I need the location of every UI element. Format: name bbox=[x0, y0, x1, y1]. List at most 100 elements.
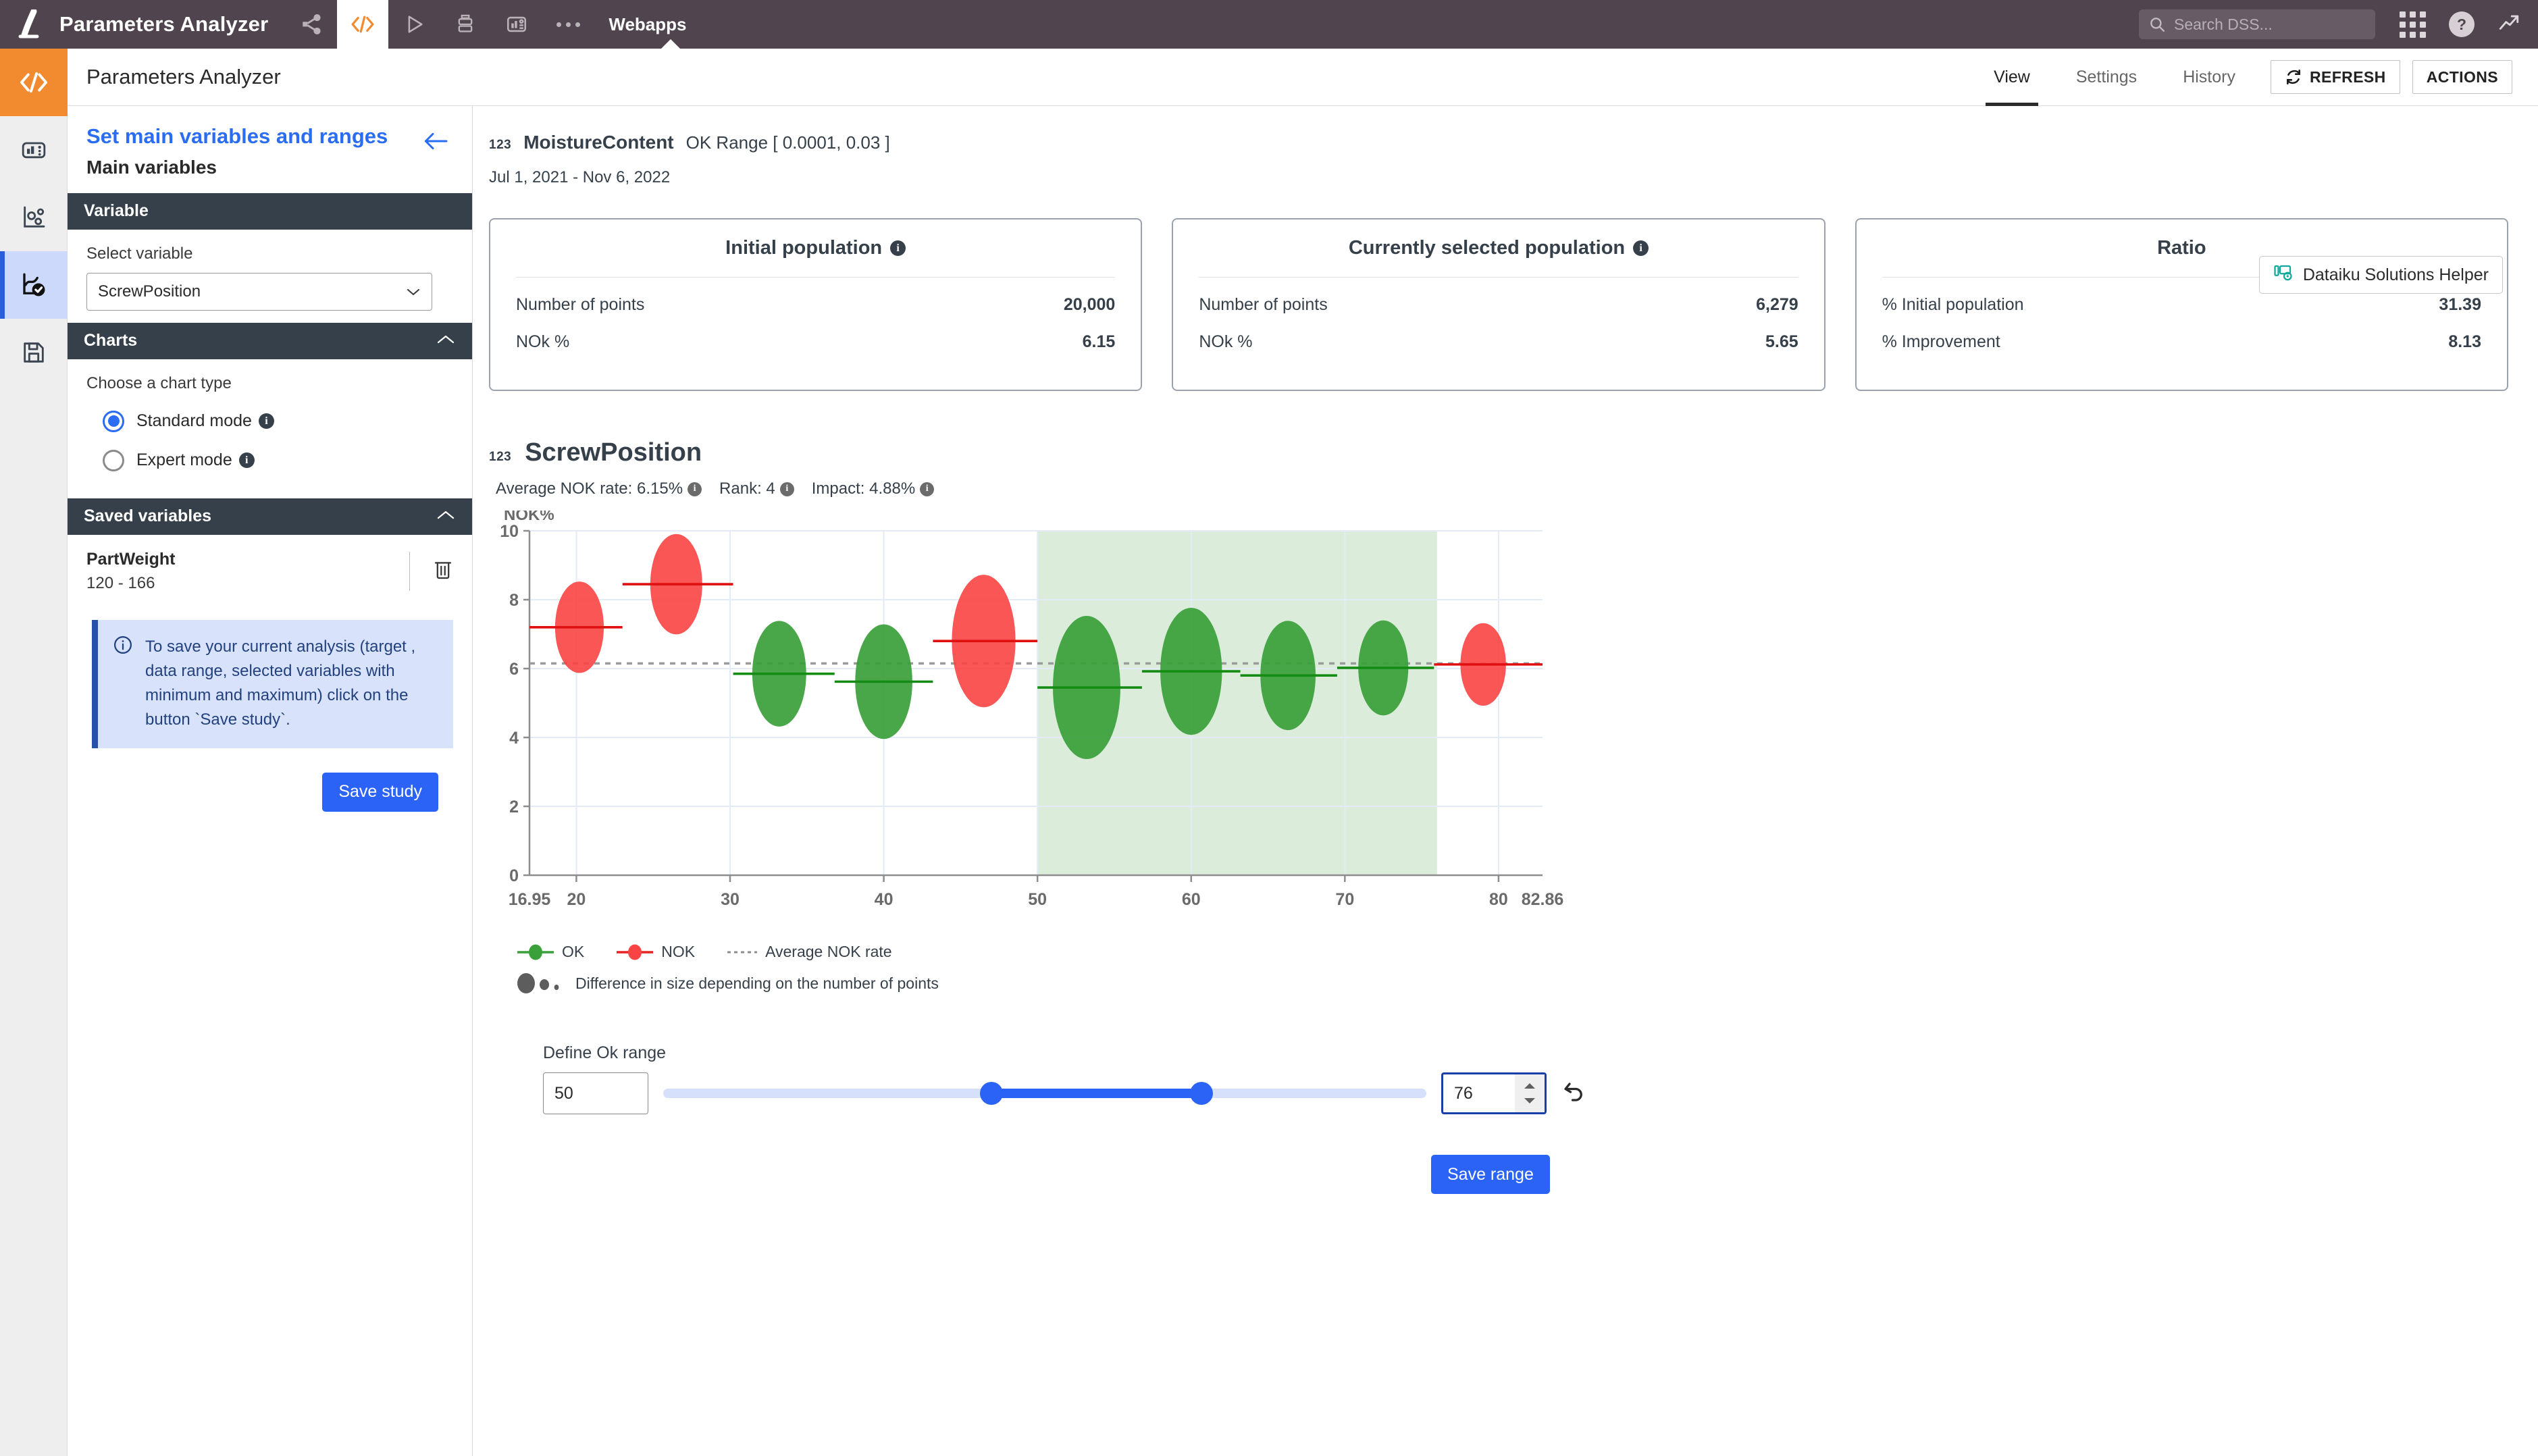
refresh-button[interactable]: REFRESH bbox=[2271, 60, 2400, 94]
apps-grid-icon[interactable] bbox=[2400, 11, 2426, 38]
svg-text:2: 2 bbox=[509, 798, 519, 816]
numeric-type-badge: 123 bbox=[489, 450, 511, 465]
analyzed-variable-name: ScrewPosition bbox=[525, 438, 702, 467]
tab-settings[interactable]: Settings bbox=[2053, 49, 2160, 106]
svg-text:70: 70 bbox=[1335, 890, 1354, 909]
code-brackets-icon[interactable] bbox=[337, 0, 388, 49]
caret-down-icon[interactable] bbox=[1523, 1097, 1536, 1105]
save-study-callout: To save your current analysis (target , … bbox=[92, 620, 453, 748]
ellipsis-icon[interactable] bbox=[542, 0, 594, 49]
share-nodes-icon[interactable] bbox=[286, 0, 337, 49]
tab-view[interactable]: View bbox=[1971, 49, 2053, 106]
dss-top-bar: Parameters Analyzer Webapps Search DSS..… bbox=[0, 0, 2538, 49]
play-triangle-icon[interactable] bbox=[388, 0, 440, 49]
rail-item-scatter-analysis[interactable] bbox=[0, 184, 68, 251]
range-slider[interactable] bbox=[663, 1072, 1426, 1114]
info-icon[interactable]: i bbox=[1633, 240, 1649, 256]
stat-text: Average NOK rate: 6.15% bbox=[496, 479, 683, 498]
info-icon[interactable]: i bbox=[239, 452, 255, 468]
refresh-icon bbox=[2285, 68, 2302, 86]
max-range-input[interactable]: 76 bbox=[1441, 1072, 1547, 1114]
nok-rate-bubble-chart[interactable]: NOK%024681016.952030405060708082.86 bbox=[489, 511, 1570, 936]
slider-handle-min[interactable] bbox=[980, 1082, 1003, 1105]
search-input[interactable]: Search DSS... bbox=[2139, 9, 2375, 39]
select-variable-dropdown[interactable]: ScrewPosition bbox=[86, 273, 432, 311]
divider bbox=[1199, 277, 1798, 278]
card-value: 31.39 bbox=[2439, 295, 2481, 315]
info-icon[interactable]: i bbox=[259, 413, 274, 429]
tab-history[interactable]: History bbox=[2160, 49, 2258, 106]
arrow-left-icon[interactable] bbox=[422, 130, 449, 155]
section-header-saved-variables[interactable]: Saved variables bbox=[68, 498, 472, 535]
radio-button-unselected[interactable] bbox=[103, 450, 124, 471]
info-icon[interactable]: i bbox=[780, 482, 794, 496]
svg-text:82.86: 82.86 bbox=[1522, 890, 1564, 909]
page-title: Parameters Analyzer bbox=[86, 65, 281, 89]
trend-arrow-icon[interactable] bbox=[2497, 11, 2520, 38]
subheader-tabs: View Settings History REFRESH ACTIONS bbox=[1971, 49, 2512, 106]
info-icon[interactable]: i bbox=[688, 482, 702, 496]
info-icon[interactable]: i bbox=[890, 240, 906, 256]
legend-nok-label: NOK bbox=[661, 943, 695, 961]
radio-expert-label: Expert mode bbox=[136, 450, 232, 470]
project-title[interactable]: Parameters Analyzer bbox=[59, 12, 268, 36]
spinner-buttons[interactable] bbox=[1515, 1074, 1545, 1112]
helper-button-label: Dataiku Solutions Helper bbox=[2303, 265, 2489, 285]
size-note-text: Difference in size depending on the numb… bbox=[575, 974, 939, 993]
section-header-variable[interactable]: Variable bbox=[68, 193, 472, 230]
jobs-stack-icon[interactable] bbox=[440, 0, 491, 49]
dashboard-icon[interactable] bbox=[491, 0, 542, 49]
card-ratio: Ratio % Initial population 31.39 % Impro… bbox=[1855, 218, 2508, 391]
actions-label: ACTIONS bbox=[2427, 68, 2498, 86]
slider-handle-max[interactable] bbox=[1190, 1082, 1213, 1105]
chevron-up-icon[interactable] bbox=[436, 506, 456, 526]
card-row: Number of points 6,279 bbox=[1199, 295, 1798, 315]
define-ok-range-label: Define Ok range bbox=[543, 1043, 2508, 1063]
rail-item-parameters-check[interactable] bbox=[0, 251, 68, 319]
numeric-type-badge: 123 bbox=[489, 138, 511, 153]
legend-ok-label: OK bbox=[562, 943, 584, 961]
legend-average-marker bbox=[726, 947, 758, 957]
save-range-button[interactable]: Save range bbox=[1431, 1155, 1550, 1194]
rail-item-dashboard[interactable] bbox=[0, 116, 68, 184]
caret-up-icon[interactable] bbox=[1523, 1082, 1536, 1090]
chevron-up-icon[interactable] bbox=[436, 331, 456, 350]
floppy-disk-icon bbox=[20, 339, 47, 366]
help-question-icon[interactable]: ? bbox=[2449, 11, 2475, 37]
variable-stats: Average NOK rate: 6.15% i Rank: 4 i Impa… bbox=[496, 479, 2508, 498]
save-study-button[interactable]: Save study bbox=[322, 773, 438, 812]
rail-item-code-editor[interactable] bbox=[0, 49, 68, 116]
actions-button[interactable]: ACTIONS bbox=[2412, 60, 2512, 94]
undo-arrow-icon[interactable] bbox=[1561, 1080, 1586, 1108]
scatter-plot-icon bbox=[20, 204, 47, 231]
card-row: Number of points 20,000 bbox=[516, 295, 1115, 315]
min-range-input[interactable]: 50 bbox=[543, 1072, 648, 1114]
section-header-charts[interactable]: Charts bbox=[68, 323, 472, 359]
solutions-helper-icon bbox=[2273, 263, 2294, 287]
callout-text: To save your current analysis (target , … bbox=[145, 635, 436, 732]
dataiku-logo-icon[interactable] bbox=[0, 0, 57, 49]
card-value: 20,000 bbox=[1064, 295, 1115, 315]
chart-legend: OK NOK Average NOK rate bbox=[516, 943, 2508, 961]
target-variable-header: 123 MoistureContent OK Range [ 0.0001, 0… bbox=[489, 132, 2508, 153]
max-range-value: 76 bbox=[1454, 1084, 1473, 1103]
rail-item-save[interactable] bbox=[0, 319, 68, 386]
card-key: NOk % bbox=[1199, 332, 1252, 352]
trash-icon[interactable] bbox=[433, 558, 453, 584]
svg-text:40: 40 bbox=[875, 890, 894, 909]
saved-variable-item: PartWeight 120 - 166 bbox=[68, 535, 472, 593]
svg-text:30: 30 bbox=[721, 890, 740, 909]
dataiku-solutions-helper-button[interactable]: Dataiku Solutions Helper bbox=[2259, 256, 2503, 294]
info-icon[interactable]: i bbox=[920, 482, 934, 496]
card-key: % Improvement bbox=[1882, 332, 2000, 352]
webapps-label[interactable]: Webapps bbox=[608, 14, 686, 35]
legend-item-ok: OK bbox=[516, 943, 584, 961]
radio-button-selected[interactable] bbox=[103, 411, 124, 432]
svg-text:0: 0 bbox=[509, 866, 519, 885]
section-body-charts: Choose a chart type Standard mode i Expe… bbox=[68, 359, 472, 498]
select-variable-label: Select variable bbox=[86, 244, 453, 263]
legend-average-label: Average NOK rate bbox=[765, 943, 892, 961]
radio-expert-mode[interactable]: Expert mode i bbox=[103, 450, 453, 471]
radio-standard-mode[interactable]: Standard mode i bbox=[103, 411, 453, 432]
chart-size-note: Difference in size depending on the numb… bbox=[516, 972, 2508, 995]
